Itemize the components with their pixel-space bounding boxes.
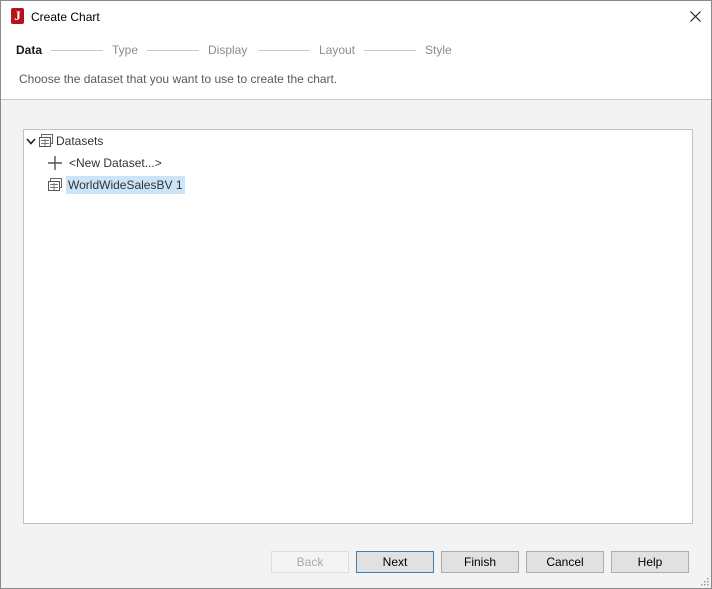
close-button[interactable] — [679, 1, 711, 32]
step-layout[interactable]: Layout — [319, 43, 355, 57]
next-button[interactable]: Next — [356, 551, 434, 573]
back-button[interactable]: Back — [271, 551, 349, 573]
datasets-folder-icon — [39, 134, 53, 147]
step-display[interactable]: Display — [208, 43, 247, 57]
step-type[interactable]: Type — [112, 43, 138, 57]
step-connector — [364, 50, 416, 51]
tree-root-label[interactable]: Datasets — [54, 132, 105, 150]
step-data[interactable]: Data — [16, 43, 42, 57]
tree-new-dataset-row[interactable]: <New Dataset...> — [47, 153, 164, 173]
app-logo-icon: J — [11, 8, 24, 24]
step-connector — [147, 50, 199, 51]
help-button[interactable]: Help — [611, 551, 689, 573]
resize-grip-icon[interactable] — [699, 576, 709, 586]
tree-dataset-row[interactable]: WorldWideSalesBV 1 — [47, 175, 185, 195]
window-title: Create Chart — [31, 10, 100, 24]
plus-icon — [48, 156, 62, 170]
tree-root-row[interactable]: Datasets — [24, 131, 105, 151]
step-connector — [258, 50, 310, 51]
wizard-header: Data Type Display Layout Style Choose th… — [1, 32, 711, 100]
step-connector — [51, 50, 103, 51]
cancel-button[interactable]: Cancel — [526, 551, 604, 573]
instruction-text: Choose the dataset that you want to use … — [19, 72, 338, 86]
new-dataset-label[interactable]: <New Dataset...> — [67, 154, 164, 172]
dataset-tree[interactable]: Datasets <New Dataset...> WorldWideSales… — [23, 129, 693, 524]
dataset-table-icon — [48, 178, 62, 191]
create-chart-dialog: J Create Chart Data Type Display Layout … — [0, 0, 712, 589]
dataset-item-label[interactable]: WorldWideSalesBV 1 — [66, 176, 185, 194]
step-style[interactable]: Style — [425, 43, 452, 57]
chevron-down-icon[interactable] — [25, 135, 37, 147]
finish-button[interactable]: Finish — [441, 551, 519, 573]
title-bar: J Create Chart — [1, 1, 711, 32]
close-icon — [689, 11, 701, 22]
